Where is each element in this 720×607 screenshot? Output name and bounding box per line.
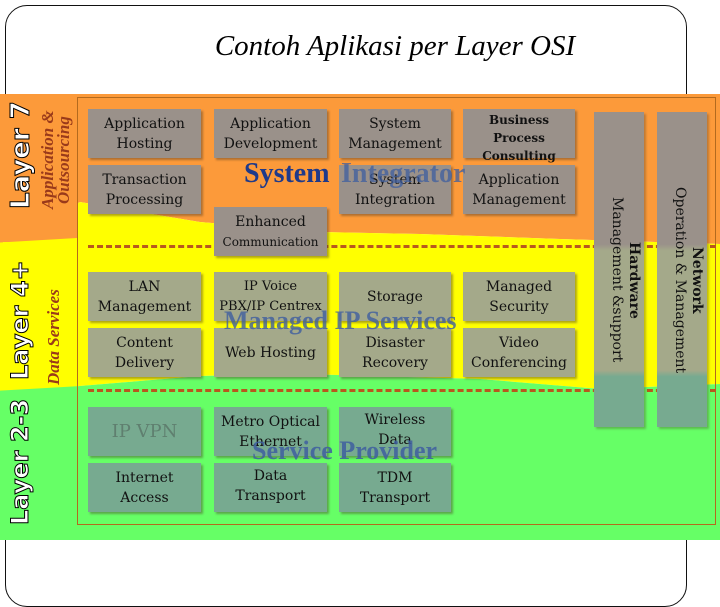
layer4-sublabel: Data Services [44, 289, 63, 386]
overlay-service-provider: Service Provider [252, 436, 438, 465]
overlay-integrator: Integrator [341, 158, 466, 189]
box-application-hosting: Application Hosting [88, 109, 201, 158]
box-tdm-transport: TDM Transport [339, 463, 451, 512]
slide-title: Contoh Aplikasi per Layer OSI [214, 30, 576, 62]
overlay-system: System [244, 158, 330, 189]
box-data-transport: Data Transport [214, 463, 327, 512]
box-managed-security: Managed Security [463, 272, 575, 321]
box-enhanced-communication: Enhanced Communication [214, 207, 327, 256]
box-internet-access: Internet Access [88, 463, 201, 512]
box-lan-management: LAN Management [88, 272, 201, 321]
layer7-sublabel: Application & Outsourcing [38, 110, 73, 210]
box-business-process-consulting: Business Process Consulting [463, 109, 575, 163]
layer7-label: Layer 7 [6, 101, 37, 210]
overlay-managed-ip-services: Managed IP Services [224, 306, 457, 335]
box-system-management: System Management [339, 109, 451, 158]
box-application-management: Application Management [463, 165, 575, 214]
layer23-label: Layer 2-3 [6, 398, 35, 525]
vbox-hardware-text: Hardware Management &support [609, 197, 642, 363]
box-ip-vpn: IP VPN [88, 407, 201, 456]
box-transaction-processing: Transaction Processing [88, 165, 201, 214]
box-content-delivery: Content Delivery [88, 328, 201, 377]
box-video-conferencing: Video Conferencing [463, 328, 575, 377]
vbox-network-text: Network Operation & Management [672, 186, 705, 374]
box-application-development: Application Development [214, 109, 327, 158]
layer4-label: Layer 4+ [6, 260, 35, 381]
